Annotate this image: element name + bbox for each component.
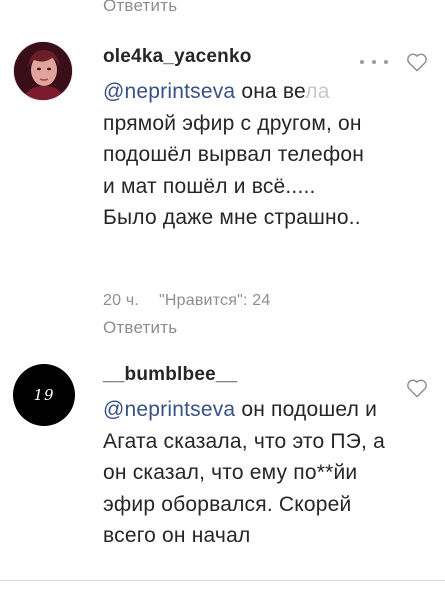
comment-meta: 20 ч. "Нравится": 24 (103, 292, 270, 310)
dot (384, 60, 388, 64)
comment-text-faded: ла (305, 80, 330, 103)
heart-outline-icon[interactable] (406, 378, 428, 398)
comment-item: 19 __bumblbee__ @neprintseva он подошел … (0, 358, 445, 580)
comment-text: @neprintseva она вела прямой эфир с друг… (103, 76, 373, 234)
heart-outline-icon[interactable] (406, 52, 428, 72)
reply-button[interactable]: Ответить (103, 0, 177, 16)
comment-text: @neprintseva он подошел и Агата сказала,… (103, 394, 388, 552)
comment-text-rest: прямой эфир с другом, он подошёл вырвал … (103, 111, 365, 230)
comment-input-bar (0, 580, 445, 601)
more-options-icon[interactable] (360, 58, 388, 66)
mention-link[interactable]: @neprintseva (103, 398, 235, 421)
dot (372, 60, 376, 64)
comment-username[interactable]: ole4ka_yacenko (103, 46, 252, 68)
avatar-photo (14, 42, 72, 100)
dot (360, 60, 364, 64)
comment-username[interactable]: __bumblbee__ (103, 364, 237, 386)
mention-link[interactable]: @neprintseva (103, 80, 235, 103)
avatar[interactable] (13, 41, 73, 101)
avatar-text: 19 (33, 386, 55, 404)
reply-button[interactable]: Ответить (103, 318, 177, 338)
comment-timestamp: 20 ч. (103, 292, 140, 309)
likes-count[interactable]: "Нравится": 24 (159, 292, 270, 309)
comment-text-part: она ве (235, 80, 306, 103)
avatar[interactable]: 19 (13, 364, 75, 426)
comment-item: ole4ka_yacenko @neprintseva она вела пря… (0, 36, 445, 338)
